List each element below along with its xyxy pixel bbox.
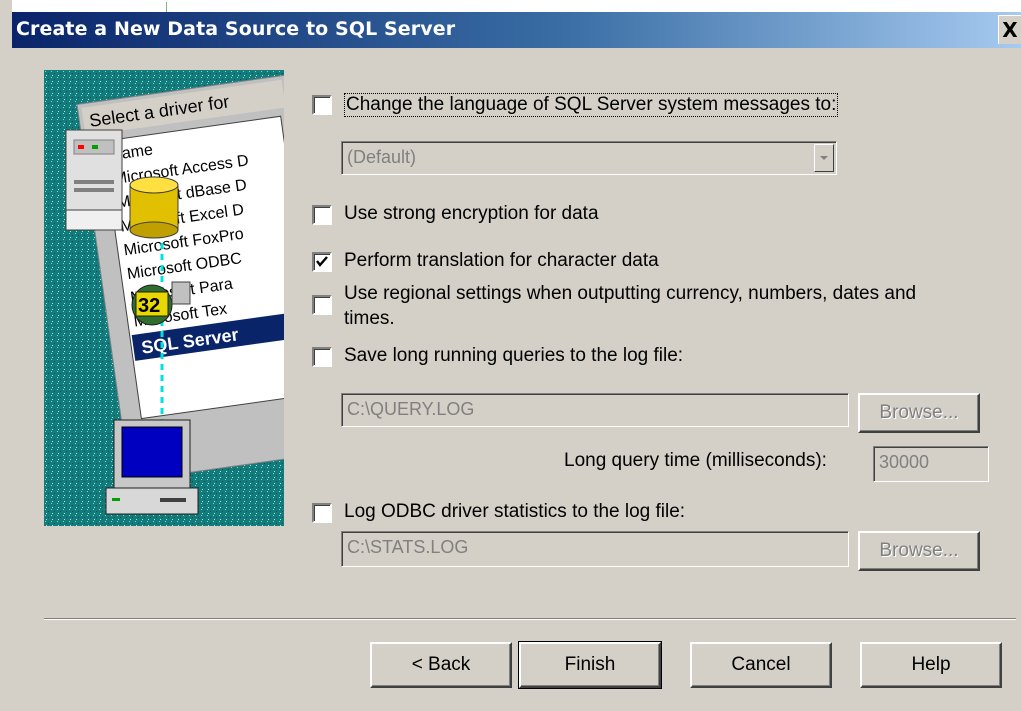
query-log-path-field[interactable]: C:\QUERY.LOG	[341, 393, 849, 427]
checkmark-icon	[316, 256, 328, 267]
art-badge: 32	[138, 295, 160, 317]
button-separator	[44, 618, 1016, 620]
log-stats-label: Log ODBC driver statistics to the log fi…	[344, 501, 686, 522]
save-long-queries-checkbox[interactable]	[312, 347, 332, 367]
back-button-label: < Back	[411, 654, 471, 675]
strong-encryption-checkbox[interactable]	[312, 205, 332, 225]
help-button[interactable]: Help	[860, 642, 1002, 688]
computer-icon	[105, 419, 199, 515]
cancel-button[interactable]: Cancel	[690, 642, 832, 688]
back-button[interactable]: < Back	[370, 642, 512, 688]
long-query-time-label: Long query time (milliseconds):	[564, 450, 827, 471]
language-combo[interactable]: (Default)	[341, 141, 837, 175]
long-query-time-value: 30000	[879, 452, 930, 472]
help-button-label: Help	[911, 654, 951, 675]
stats-log-path-field[interactable]: C:\STATS.LOG	[341, 531, 849, 567]
server-icon	[65, 129, 123, 231]
title-bar[interactable]: Create a New Data Source to SQL Server X	[12, 12, 1021, 48]
browse-stats-log-button[interactable]: Browse...	[858, 531, 980, 571]
strong-encryption-label: Use strong encryption for data	[344, 203, 599, 224]
close-button[interactable]: X	[998, 15, 1021, 44]
change-language-checkbox[interactable]	[312, 95, 332, 115]
browse-query-log-label: Browse...	[879, 402, 959, 423]
regional-label-line1: Use regional settings when outputting cu…	[344, 283, 917, 304]
combo-dropdown-button[interactable]	[814, 144, 834, 172]
language-combo-value: (Default)	[347, 147, 417, 167]
wizard-illustration: Select a driver for Name Microsoft Acces…	[44, 70, 284, 526]
query-log-path-value: C:\QUERY.LOG	[347, 399, 475, 419]
change-language-label: Change the language of SQL Server system…	[344, 93, 839, 117]
long-query-time-field[interactable]: 30000	[873, 446, 989, 482]
regional-label-line2: times.	[344, 308, 395, 329]
database-icon	[129, 176, 179, 239]
save-long-queries-label: Save long running queries to the log fil…	[344, 345, 684, 366]
browse-stats-log-label: Browse...	[879, 540, 959, 561]
browse-query-log-button[interactable]: Browse...	[858, 393, 980, 433]
top-strip	[12, 0, 1021, 12]
regional-checkbox[interactable]	[312, 295, 332, 315]
finish-button-label: Finish	[564, 654, 616, 675]
translation-checkbox[interactable]	[312, 252, 332, 272]
dialog-window: Create a New Data Source to SQL Server X…	[0, 0, 1021, 711]
chevron-down-icon	[820, 156, 828, 160]
stats-log-path-value: C:\STATS.LOG	[347, 537, 469, 557]
log-stats-checkbox[interactable]	[312, 503, 332, 523]
window-title: Create a New Data Source to SQL Server	[16, 18, 456, 40]
translation-label: Perform translation for character data	[344, 250, 659, 271]
finish-button[interactable]: Finish	[518, 641, 662, 689]
cancel-button-label: Cancel	[731, 654, 791, 675]
